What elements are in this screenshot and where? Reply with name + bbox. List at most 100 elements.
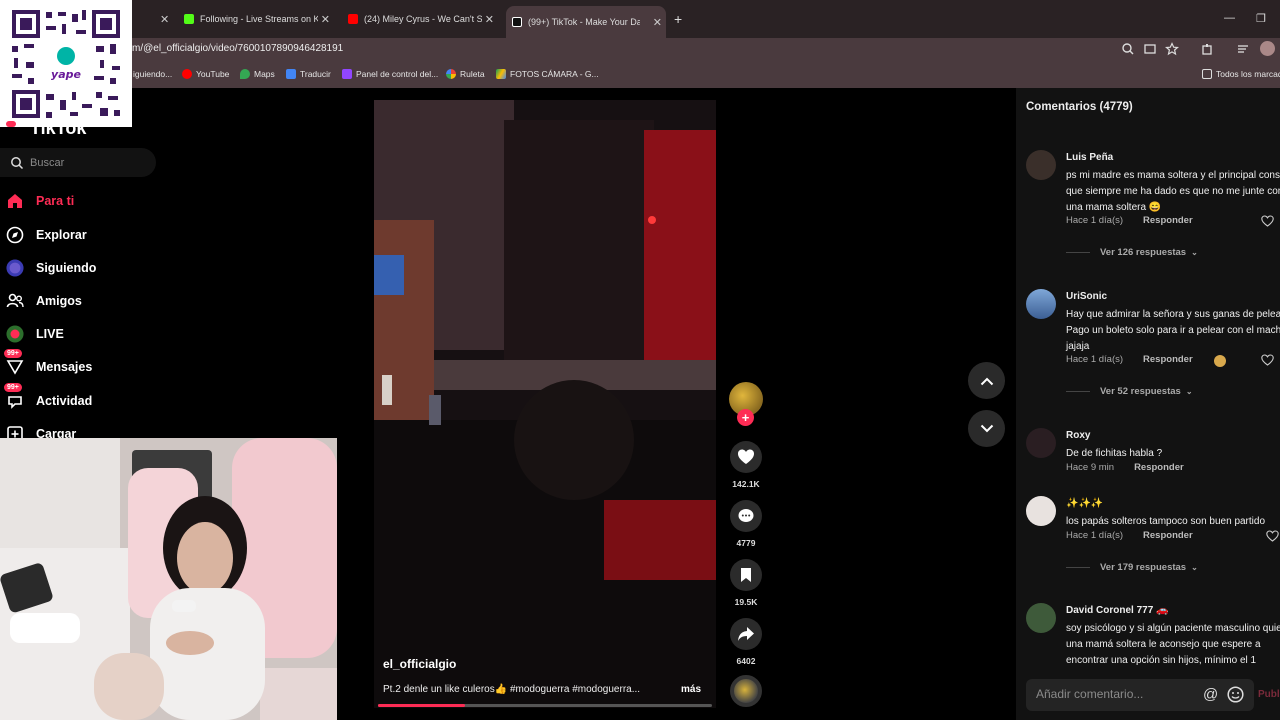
search-box[interactable]	[0, 148, 156, 177]
qr-code-icon: yape	[10, 8, 122, 120]
video-player[interactable]	[374, 100, 716, 708]
drive-icon	[496, 69, 506, 79]
share-button[interactable]	[730, 618, 762, 650]
bookmark-label: YouTube	[196, 69, 230, 79]
sidebar-item-siguiendo[interactable]: Siguiendo	[6, 257, 96, 279]
avatar[interactable]	[1026, 289, 1056, 319]
svg-text:yape: yape	[51, 68, 81, 81]
url-text[interactable]: m/@el_officialgio/video/7600107890946428…	[132, 43, 343, 54]
comment-text: soy psicólogo y si algún paciente mascul…	[1066, 623, 1280, 666]
comment-author[interactable]: Roxy	[1066, 430, 1090, 441]
view-replies-button[interactable]: Ver 179 respuestas ⌄	[1066, 562, 1198, 573]
heart-icon	[738, 449, 754, 464]
reply-button[interactable]: Responder	[1143, 530, 1193, 541]
bookmark-item[interactable]: FOTOS CÁMARA - G...	[496, 69, 599, 79]
youtube-icon	[348, 14, 358, 24]
all-bookmarks[interactable]: Todos los marcadores	[1202, 69, 1280, 79]
bookmark-item[interactable]: Traducir	[286, 69, 331, 79]
avatar[interactable]	[1026, 603, 1056, 633]
media-icon[interactable]	[1236, 42, 1250, 56]
comment-author[interactable]: UriSonic	[1066, 291, 1107, 302]
bookmark-item[interactable]: YouTube	[182, 69, 229, 79]
video-progress-bar[interactable]	[378, 704, 712, 707]
sidebar-item-mensajes[interactable]: 99+ Mensajes	[4, 349, 92, 378]
share-action[interactable]: 6402	[728, 618, 764, 666]
live-icon	[6, 325, 24, 343]
home-icon	[6, 192, 24, 210]
comment-icon	[738, 509, 754, 522]
avatar[interactable]	[1026, 496, 1056, 526]
save-action[interactable]: 19.5K	[728, 559, 764, 607]
comments-title: Comentarios (4779)	[1026, 101, 1133, 113]
sidebar-item-explorar[interactable]: Explorar	[6, 224, 87, 246]
sidebar-item-label: Actividad	[36, 394, 93, 408]
sidebar-item-live[interactable]: LIVE	[6, 323, 64, 345]
tab-tiktok[interactable]: (99+) TikTok - Make Your Day ✕	[506, 6, 666, 38]
bookmark-item[interactable]: Ruleta	[446, 69, 485, 79]
bookmark-item[interactable]: Maps	[240, 69, 275, 79]
view-replies-button[interactable]: Ver 52 respuestas ⌄	[1066, 386, 1193, 397]
comment-button[interactable]	[730, 500, 762, 532]
avatar[interactable]	[1026, 150, 1056, 180]
zoom-icon[interactable]	[1121, 42, 1135, 56]
close-icon[interactable]: ✕	[321, 13, 330, 26]
search-icon	[11, 156, 24, 169]
cast-icon[interactable]	[1143, 42, 1157, 56]
minimize-icon[interactable]: —	[1224, 12, 1235, 24]
post-comment-button[interactable]: Publicar	[1258, 689, 1280, 700]
restore-icon[interactable]: ❐	[1256, 12, 1266, 25]
view-replies-button[interactable]: Ver 126 respuestas ⌄	[1066, 247, 1198, 258]
notification-badge: 99+	[4, 349, 22, 358]
heart-icon[interactable]	[1261, 215, 1274, 227]
star-icon[interactable]	[1165, 42, 1179, 56]
video-author[interactable]: el_officialgio	[383, 657, 456, 671]
close-icon[interactable]: ✕	[653, 16, 662, 29]
mention-icon[interactable]: @	[1203, 686, 1218, 703]
kick-icon	[184, 14, 194, 24]
follow-button[interactable]: +	[737, 409, 754, 426]
heart-icon[interactable]	[1266, 530, 1279, 542]
bookmark-item[interactable]: iguiendo...	[133, 69, 172, 79]
sidebar-item-amigos[interactable]: Amigos	[6, 290, 82, 312]
save-button[interactable]	[730, 559, 762, 591]
sidebar-item-actividad[interactable]: 99+ Actividad	[4, 383, 93, 412]
tiktok-logo-icon	[6, 121, 16, 127]
reply-button[interactable]: Responder	[1143, 215, 1193, 226]
bookmark-item[interactable]: Panel de control del...	[342, 69, 438, 79]
comment-author[interactable]: ✨✨✨	[1066, 498, 1103, 509]
sidebar-item-label: LIVE	[36, 327, 64, 341]
comment-author[interactable]: David Coronel 777 🚗	[1066, 605, 1168, 616]
address-bar[interactable]: m/@el_officialgio/video/7600107890946428…	[0, 38, 1280, 60]
tab-kick[interactable]: Following - Live Streams on Kick ✕	[184, 8, 334, 30]
reply-button[interactable]: Responder	[1134, 462, 1184, 473]
add-comment-input[interactable]	[1036, 687, 1196, 701]
music-disc[interactable]	[730, 675, 762, 707]
bookmark-label: iguiendo...	[133, 69, 173, 79]
tiktok-logo[interactable]: TikTok	[30, 118, 86, 139]
tab-youtube[interactable]: (24) Miley Cyrus - We Can't Stop ✕	[348, 8, 498, 30]
tab-close-partial[interactable]: ✕	[160, 8, 169, 30]
previous-video-button[interactable]	[968, 362, 1005, 399]
search-input[interactable]	[30, 156, 140, 169]
like-action[interactable]: 142.1K	[728, 441, 764, 489]
comment-text: De de fichitas habla ?	[1066, 448, 1163, 459]
friends-icon	[6, 292, 24, 310]
like-button[interactable]	[730, 441, 762, 473]
comment-action[interactable]: 4779	[728, 500, 764, 548]
heart-icon[interactable]	[1261, 354, 1274, 366]
add-comment-box[interactable]	[1026, 679, 1254, 711]
comment-author[interactable]: Luis Peña	[1066, 152, 1113, 163]
extensions-icon[interactable]	[1200, 42, 1214, 56]
sidebar-item-para-ti[interactable]: Para ti	[6, 190, 74, 212]
reply-button[interactable]: Responder	[1143, 354, 1193, 365]
chevron-up-icon	[980, 377, 993, 385]
next-video-button[interactable]	[968, 410, 1005, 447]
emoji-icon[interactable]	[1227, 686, 1244, 703]
caption-more-button[interactable]: más	[681, 684, 701, 695]
close-icon[interactable]: ✕	[485, 13, 494, 26]
profile-avatar[interactable]	[1260, 41, 1275, 56]
new-tab-button[interactable]: +	[674, 11, 682, 27]
following-icon	[6, 259, 24, 277]
avatar[interactable]	[1026, 428, 1056, 458]
comment-time: Hace 9 min	[1066, 462, 1115, 473]
